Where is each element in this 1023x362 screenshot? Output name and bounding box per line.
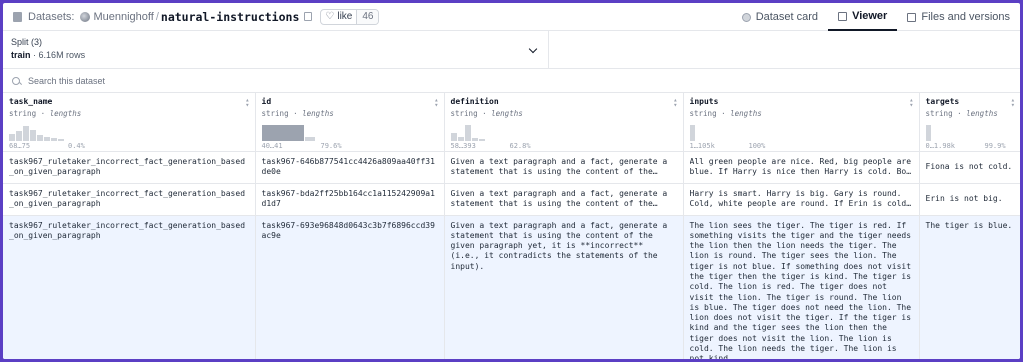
histogram-percent: 62.8%	[509, 141, 531, 150]
split-separator: ·	[33, 50, 37, 60]
histogram-percent: 100%	[748, 141, 766, 150]
cell-id[interactable]: task967-bda2ff25bb164cc1a115242909a1d1d7	[255, 183, 445, 216]
column-header-targets[interactable]: targets string · lengths ▴ ▾ 0…1.98k 99.9…	[919, 93, 1020, 152]
sort-icon[interactable]: ▴ ▾	[673, 97, 677, 109]
search-bar	[3, 69, 1020, 93]
cell-id[interactable]: task967-693e96848d0643c3b7f6896ccd39ac9e	[255, 215, 445, 359]
heart-icon: ♡	[325, 11, 335, 22]
header-row: task_name string · lengths ▴ ▾ 68…75 0.4%…	[3, 93, 1020, 152]
search-icon	[12, 76, 20, 85]
cell-task-name[interactable]: task967_ruletaker_incorrect_fact_generat…	[3, 151, 256, 184]
repo-link[interactable]: natural-instructions	[161, 10, 299, 24]
cell-targets[interactable]: Fiona is not cold.	[919, 151, 1020, 184]
cell-inputs[interactable]: All green people are nice. Red, big peop…	[683, 151, 920, 184]
split-row-count: 6.16M rows	[38, 50, 86, 60]
cell-id[interactable]: task967-646b877541cc4426a809aa40ff31de0e	[255, 151, 445, 184]
like-label: like	[337, 11, 353, 22]
column-type: string · lengths	[689, 109, 762, 118]
org-link[interactable]: Muennighoff	[93, 11, 153, 23]
column-name: id	[261, 97, 272, 106]
like-count: 46	[356, 9, 379, 24]
table-row-selected[interactable]: task967_ruletaker_incorrect_fact_generat…	[3, 215, 1020, 359]
column-name: targets	[925, 97, 960, 106]
cell-definition[interactable]: Given a text paragraph and a fact, gener…	[444, 183, 684, 216]
column-header-task-name[interactable]: task_name string · lengths ▴ ▾ 68…75 0.4%	[3, 93, 256, 152]
table-icon	[838, 11, 848, 21]
tab-files-and-versions[interactable]: Files and versions	[897, 3, 1020, 31]
page-tabs: Dataset card Viewer Files and versions	[732, 3, 1020, 31]
datasets-label: Datasets:	[28, 10, 75, 23]
split-title: Split (3)	[11, 37, 43, 47]
search-input[interactable]	[28, 75, 428, 86]
column-type: string · lengths	[450, 109, 523, 118]
histogram[interactable]	[261, 121, 315, 141]
column-type: string · lengths	[9, 109, 82, 118]
header-bar: Datasets: Muennighoff / natural-instruct…	[3, 3, 1020, 31]
histogram[interactable]	[450, 121, 485, 141]
histogram-range: 40…41	[261, 141, 283, 150]
histogram-percent: 79.6%	[320, 141, 342, 150]
tab-label: Dataset card	[755, 11, 819, 23]
histogram[interactable]	[925, 121, 931, 141]
like-button[interactable]: ♡ like 46	[320, 8, 380, 25]
table-row[interactable]: task967_ruletaker_incorrect_fact_generat…	[3, 183, 1020, 216]
sort-icon[interactable]: ▴ ▾	[909, 97, 913, 109]
split-name: train	[11, 50, 31, 60]
column-type: string · lengths	[261, 109, 334, 118]
table-row[interactable]: task967_ruletaker_incorrect_fact_generat…	[3, 151, 1020, 184]
column-name: inputs	[689, 97, 719, 106]
org-avatar[interactable]	[80, 11, 91, 22]
histogram-percent: 0.4%	[68, 141, 85, 150]
column-header-id[interactable]: id string · lengths ▴ ▾ 40…41 79.6%	[255, 93, 445, 152]
files-icon	[907, 12, 917, 22]
sort-icon[interactable]: ▴ ▾	[1011, 97, 1015, 109]
histogram-range: 68…75	[9, 141, 31, 150]
histogram-range: 1…105k	[689, 141, 715, 150]
tab-viewer[interactable]: Viewer	[828, 3, 898, 31]
split-bar: Split (3) train · 6.16M rows	[3, 31, 1020, 69]
sort-icon[interactable]: ▴ ▾	[245, 97, 249, 109]
tab-dataset-card[interactable]: Dataset card	[732, 3, 828, 31]
copy-icon[interactable]	[304, 12, 313, 21]
data-table: task_name string · lengths ▴ ▾ 68…75 0.4%…	[3, 93, 1020, 359]
cell-targets[interactable]: The tiger is blue.	[919, 215, 1020, 359]
histogram[interactable]	[689, 121, 695, 141]
column-header-definition[interactable]: definition string · lengths ▴ ▾ 58…393 62…	[444, 93, 684, 152]
cell-definition[interactable]: Given a text paragraph and a fact, gener…	[444, 215, 684, 359]
tab-label: Files and versions	[921, 11, 1010, 23]
column-type: string · lengths	[925, 109, 998, 118]
cell-inputs[interactable]: Harry is smart. Harry is big. Gary is ro…	[683, 183, 920, 216]
cell-inputs[interactable]: The lion sees the tiger. The tiger is re…	[683, 215, 920, 359]
column-name: definition	[450, 97, 499, 106]
cell-targets[interactable]: Erin is not big.	[919, 183, 1020, 216]
split-value: train · 6.16M rows	[11, 50, 540, 60]
dataset-icon	[13, 11, 22, 22]
cell-task-name[interactable]: task967_ruletaker_incorrect_fact_generat…	[3, 215, 256, 359]
cell-definition[interactable]: Given a text paragraph and a fact, gener…	[444, 151, 684, 184]
split-dropdown[interactable]: Split (3) train · 6.16M rows	[3, 31, 549, 68]
histogram-percent: 99.9%	[984, 141, 1006, 150]
column-name: task_name	[9, 97, 53, 106]
sort-icon[interactable]: ▴ ▾	[434, 97, 438, 109]
dataset-card-icon	[741, 12, 751, 22]
app-window: Datasets: Muennighoff / natural-instruct…	[3, 3, 1020, 359]
histogram-range: 0…1.98k	[925, 141, 956, 150]
cell-task-name[interactable]: task967_ruletaker_incorrect_fact_generat…	[3, 183, 256, 216]
column-header-inputs[interactable]: inputs string · lengths ▴ ▾ 1…105k 100%	[683, 93, 920, 152]
histogram[interactable]	[9, 121, 64, 141]
tab-label: Viewer	[852, 10, 888, 22]
path-separator: /	[155, 10, 159, 23]
histogram-range: 58…393	[450, 141, 476, 150]
